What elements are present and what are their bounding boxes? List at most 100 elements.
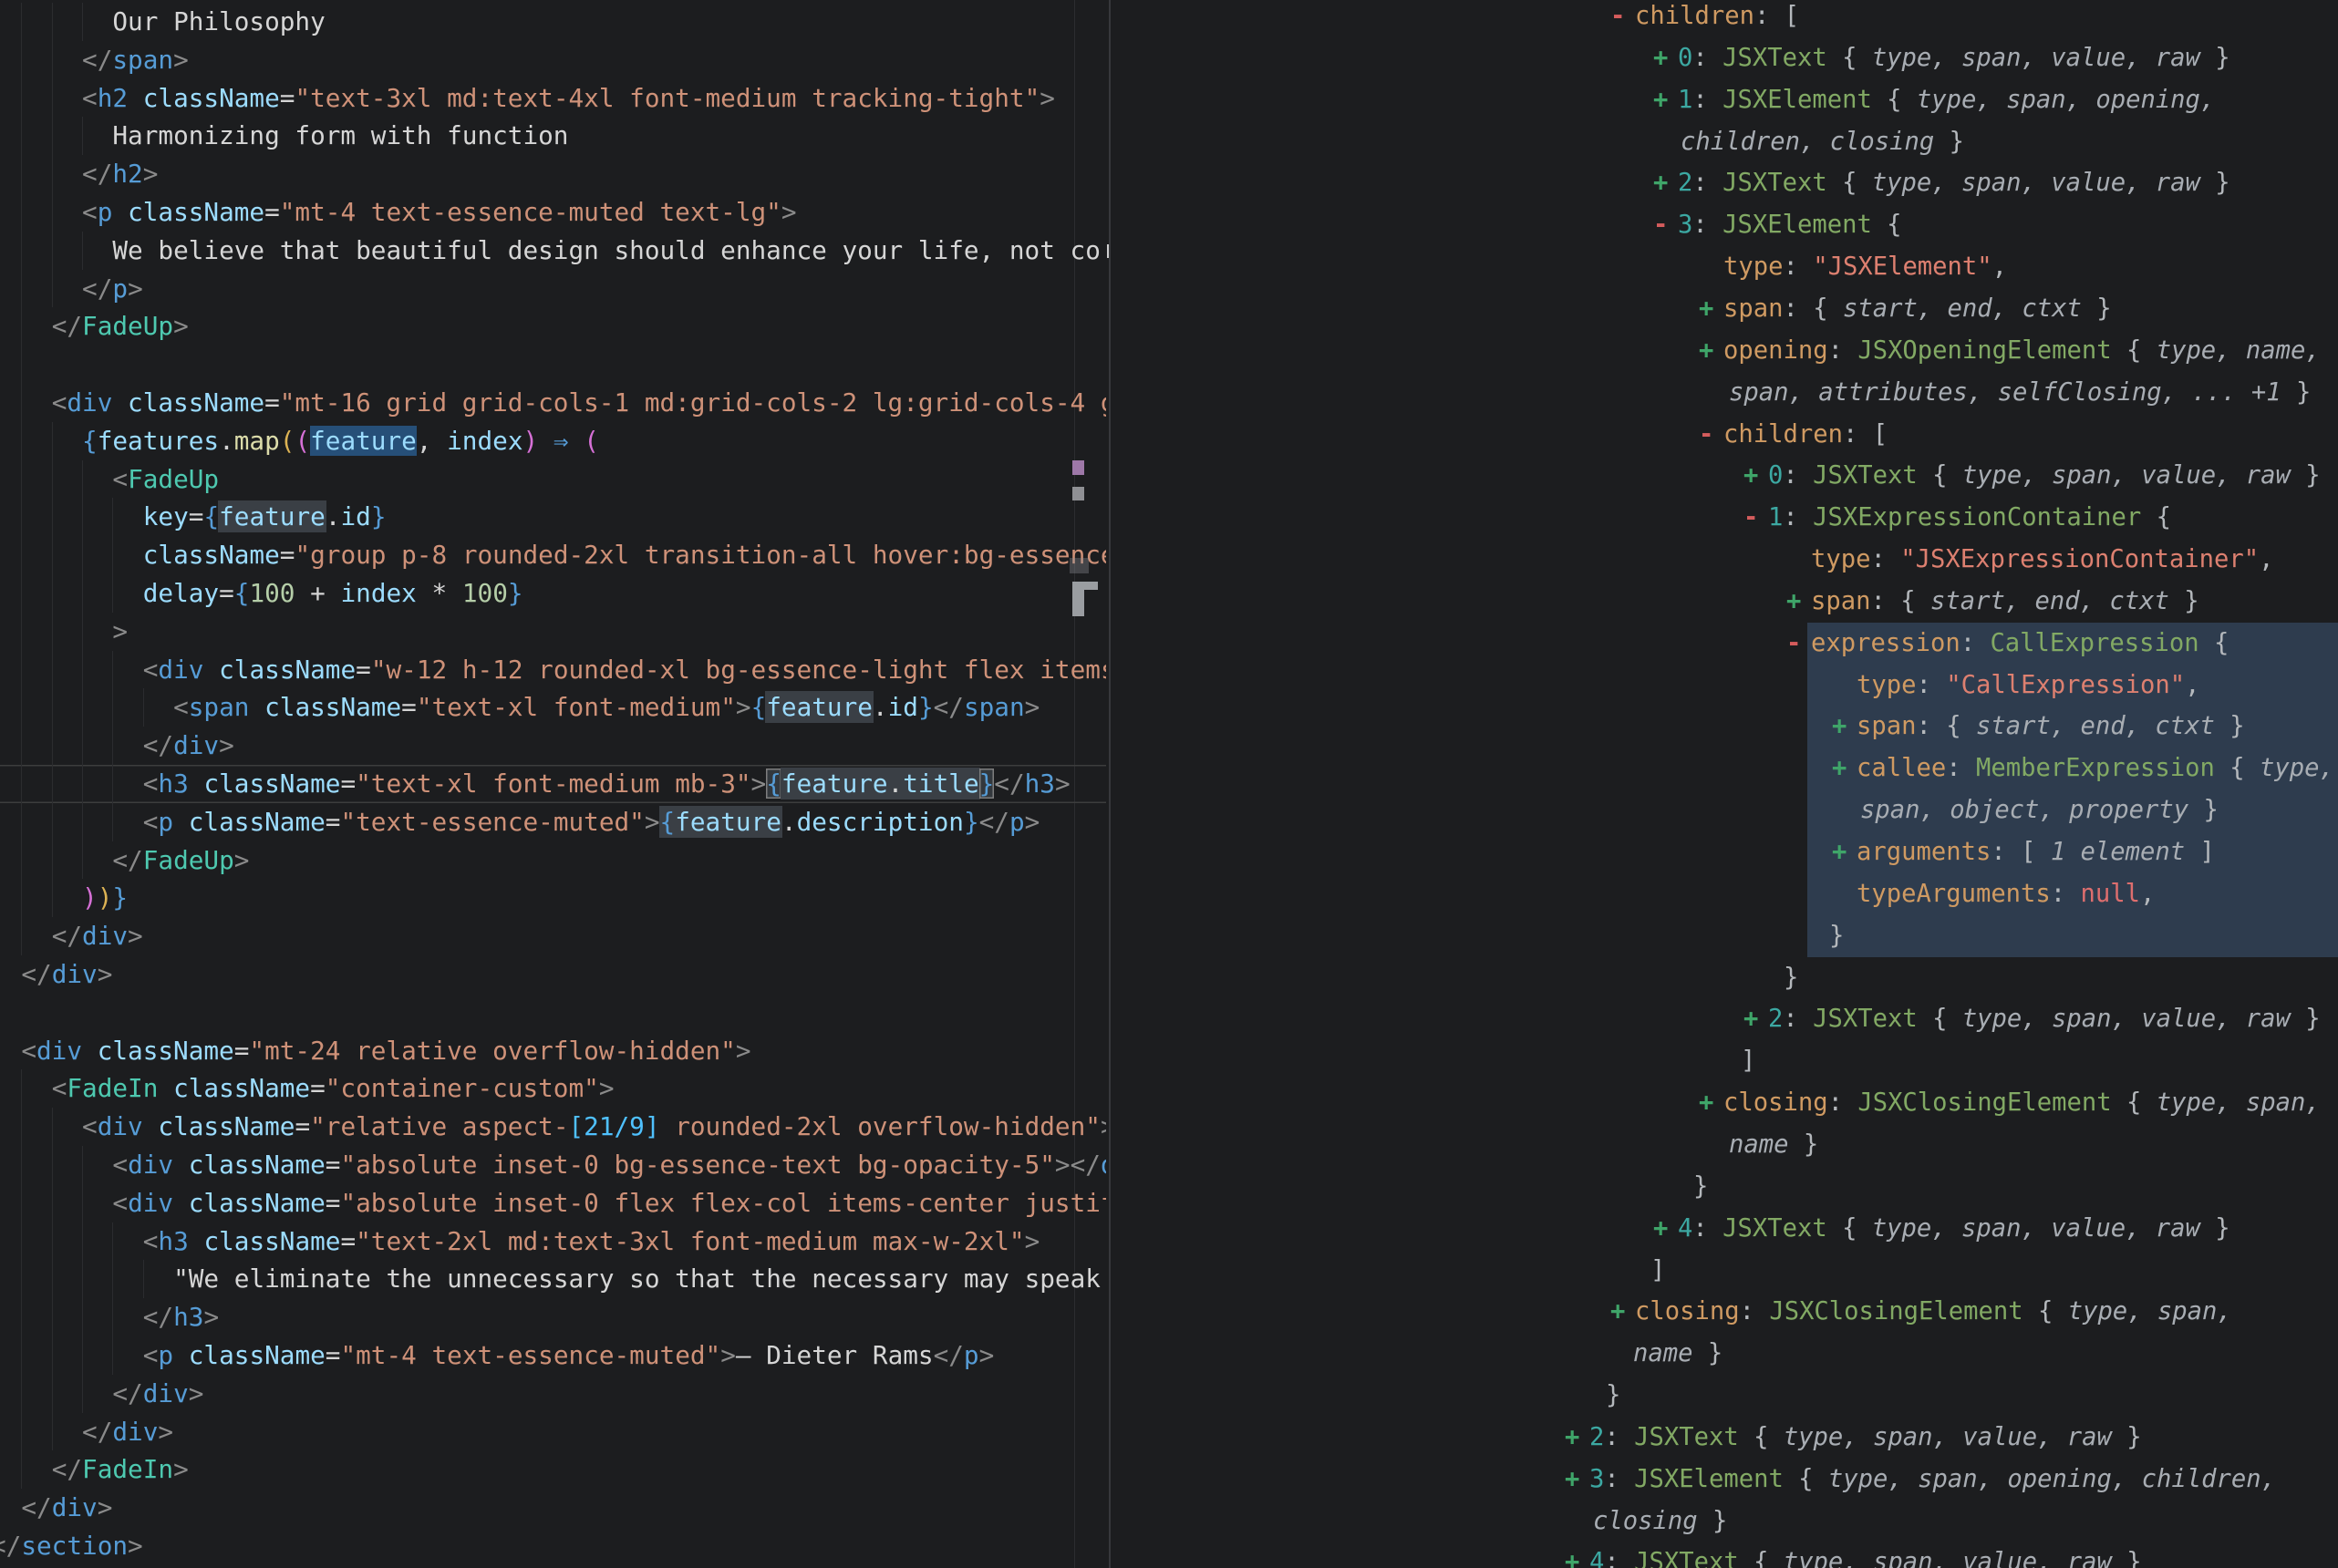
ast-row[interactable]: span, object, property } [1111,789,2338,831]
ast-row[interactable]: -1: JSXExpressionContainer { [1111,497,2338,539]
ast-row[interactable]: name } [1111,1124,2338,1166]
ast-row[interactable]: +3: JSXElement { type, span, opening, ch… [1111,1459,2338,1501]
code-editor[interactable]: Our Philosophy</span><h2 className="text… [0,0,1106,1568]
expand-node-icon[interactable]: + [1832,831,1847,873]
expand-node-icon[interactable]: + [1653,79,1668,121]
code-line[interactable]: > [0,613,1106,651]
code-line[interactable]: Harmonizing form with function [0,117,1106,155]
code-line-current[interactable]: <h3 className="text-xl font-medium mb-3"… [0,765,1106,803]
ast-row[interactable]: span, attributes, selfClosing, ... +1 } [1111,372,2338,414]
expand-node-icon[interactable]: + [1699,1082,1713,1124]
ast-row[interactable]: +span: { start, end, ctxt } [1111,288,2338,330]
code-line[interactable]: <span className="text-xl font-medium">{f… [0,688,1106,727]
code-line[interactable]: <h3 className="text-2xl md:text-3xl font… [0,1222,1106,1261]
collapse-node-icon[interactable]: - [1786,623,1801,665]
code-line[interactable]: <h2 className="text-3xl md:text-4xl font… [0,79,1106,118]
ast-row[interactable]: type: "CallExpression", [1111,665,2338,707]
ast-row[interactable]: children, closing } [1111,121,2338,163]
ast-row[interactable]: closing } [1111,1501,2338,1542]
ast-row[interactable]: +4: JSXText { type, span, value, raw } [1111,1542,2338,1568]
expand-node-icon[interactable]: + [1565,1542,1579,1568]
code-line[interactable]: <p className="text-essence-muted">{featu… [0,803,1106,841]
code-line[interactable]: ))} [0,879,1106,917]
collapse-node-icon[interactable]: - [1610,0,1625,37]
expand-node-icon[interactable]: + [1565,1417,1579,1459]
expand-node-icon[interactable]: + [1653,37,1668,79]
code-line[interactable]: </h3> [0,1298,1106,1336]
expand-node-icon[interactable]: + [1653,1208,1668,1250]
ast-row[interactable]: ] [1111,1040,2338,1082]
ast-row[interactable]: +span: { start, end, ctxt } [1111,706,2338,748]
code-line[interactable]: </div> [0,917,1106,955]
expand-node-icon[interactable]: + [1610,1291,1625,1333]
ast-row[interactable]: type: "JSXExpressionContainer", [1111,539,2338,581]
code-line[interactable]: key={feature.id} [0,498,1106,536]
ast-row[interactable]: +1: JSXElement { type, span, opening, [1111,79,2338,121]
ast-row[interactable]: } [1111,1166,2338,1208]
code-line[interactable]: </span> [0,41,1106,79]
ast-row[interactable]: +4: JSXText { type, span, value, raw } [1111,1208,2338,1250]
code-line[interactable]: className="group p-8 rounded-2xl transit… [0,536,1106,574]
ast-row[interactable]: -children: [ [1111,414,2338,456]
code-line[interactable] [0,346,1106,384]
ast-row[interactable]: +span: { start, end, ctxt } [1111,581,2338,623]
code-line[interactable]: </div> [0,1375,1106,1413]
expand-node-icon[interactable]: + [1565,1459,1579,1501]
ast-row[interactable]: name } [1111,1333,2338,1375]
code-line[interactable]: {features.map((feature, index) ⇒ ( [0,422,1106,460]
ast-row[interactable]: +closing: JSXClosingElement { type, span… [1111,1082,2338,1124]
code-line[interactable]: </h2> [0,155,1106,193]
ast-row[interactable]: } [1111,915,2338,957]
expand-node-icon[interactable]: + [1743,998,1758,1040]
code-line[interactable]: <p className="mt-4 text-essence-muted">—… [0,1336,1106,1375]
ast-row[interactable]: ] [1111,1250,2338,1292]
collapse-node-icon[interactable]: - [1653,204,1668,246]
code-line[interactable]: "We eliminate the unnecessary so that th… [0,1260,1106,1298]
code-line[interactable]: </div> [0,1413,1106,1451]
ast-row[interactable]: +2: JSXText { type, span, value, raw } [1111,162,2338,204]
expand-node-icon[interactable]: + [1699,288,1713,330]
code-line[interactable]: <div className="relative aspect-[21/9] r… [0,1108,1106,1146]
code-line[interactable]: </div> [0,1489,1106,1527]
ast-row[interactable]: -expression: CallExpression { [1111,623,2338,665]
expand-node-icon[interactable]: + [1743,455,1758,497]
code-line[interactable]: <p className="mt-4 text-essence-muted te… [0,193,1106,232]
ast-row[interactable]: -3: JSXElement { [1111,204,2338,246]
ast-row[interactable]: type: "JSXElement", [1111,246,2338,288]
expand-node-icon[interactable]: + [1653,162,1668,204]
expand-node-icon[interactable]: + [1699,330,1713,372]
ast-row[interactable]: +2: JSXText { type, span, value, raw } [1111,998,2338,1040]
ast-row[interactable]: +closing: JSXClosingElement { type, span… [1111,1291,2338,1333]
code-line[interactable]: <FadeIn className="container-custom"> [0,1069,1106,1108]
code-line[interactable]: </FadeUp> [0,841,1106,880]
code-line[interactable]: </FadeUp> [0,307,1106,346]
ast-row[interactable]: +opening: JSXOpeningElement { type, name… [1111,330,2338,372]
ast-tree-panel[interactable]: -children: [+0: JSXText { type, span, va… [1111,0,2338,1568]
expand-node-icon[interactable]: + [1786,581,1801,623]
code-line[interactable]: <div className="mt-24 relative overflow-… [0,1032,1106,1070]
collapse-node-icon[interactable]: - [1743,497,1758,539]
code-line[interactable]: Our Philosophy [0,3,1106,41]
collapse-node-icon[interactable]: - [1699,414,1713,456]
code-line[interactable]: <div className="mt-16 grid grid-cols-1 m… [0,384,1106,422]
code-line[interactable]: We believe that beautiful design should … [0,232,1106,270]
ast-row[interactable]: +0: JSXText { type, span, value, raw } [1111,37,2338,79]
ast-row[interactable]: +2: JSXText { type, span, value, raw } [1111,1417,2338,1459]
ast-row[interactable]: +0: JSXText { type, span, value, raw } [1111,455,2338,497]
ast-row[interactable]: +arguments: [ 1 element ] [1111,831,2338,873]
code-line[interactable] [0,994,1106,1032]
ast-row[interactable]: +callee: MemberExpression { type, [1111,748,2338,789]
expand-node-icon[interactable]: + [1832,748,1847,789]
code-line[interactable]: </FadeIn> [0,1450,1106,1489]
ast-row[interactable]: } [1111,1375,2338,1417]
code-line[interactable]: <div className="absolute inset-0 bg-esse… [0,1146,1106,1184]
code-line[interactable]: <FadeUp [0,460,1106,499]
code-line[interactable]: </div> [0,727,1106,765]
ast-row[interactable]: typeArguments: null, [1111,873,2338,915]
code-line[interactable]: delay={100 + index * 100} [0,574,1106,613]
ast-row[interactable]: -children: [ [1111,0,2338,37]
code-line[interactable]: <div className="w-12 h-12 rounded-xl bg-… [0,651,1106,689]
code-line[interactable]: </p> [0,270,1106,308]
code-line[interactable]: <div className="absolute inset-0 flex fl… [0,1184,1106,1222]
code-line[interactable]: </section> [0,1527,1106,1565]
